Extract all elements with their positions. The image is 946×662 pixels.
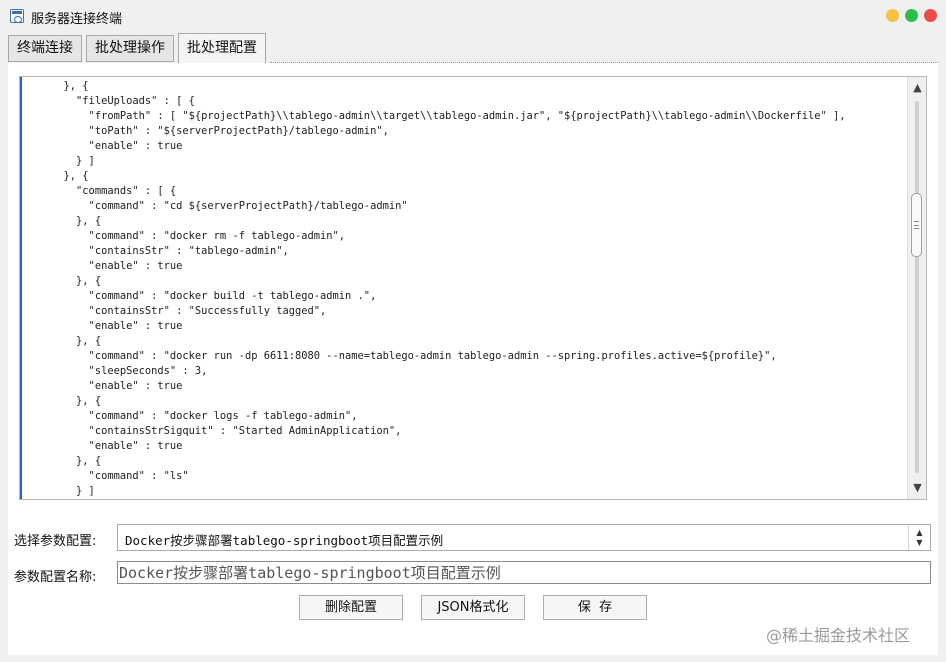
code-line: "fileUploads" : [ {: [26, 95, 195, 107]
close-icon[interactable]: [924, 9, 937, 22]
code-line: "command" : "docker build -t tablego-adm…: [26, 290, 377, 302]
code-line: "command" : "ls": [26, 470, 189, 482]
code-line: } ]: [26, 485, 95, 497]
config-name-label: 参数配置名称:: [14, 570, 97, 585]
save-button[interactable]: 保 存: [543, 595, 647, 620]
code-line: "fromPath" : [ "${projectPath}\\tablego-…: [26, 110, 846, 122]
code-line: "command" : "docker logs -f tablego-admi…: [26, 410, 358, 422]
code-line: "command" : "cd ${serverProjectPath}/tab…: [26, 200, 408, 212]
code-line: "enable" : true: [26, 140, 183, 152]
code-line: "command" : "docker rm -f tablego-admin"…: [26, 230, 346, 242]
window-title: 服务器连接终端: [31, 12, 123, 27]
code-line: "containsStr" : "tablego-admin",: [26, 245, 289, 257]
editor-vertical-scrollbar[interactable]: ▲ ▼: [907, 77, 926, 499]
delete-config-button[interactable]: 删除配置: [299, 595, 403, 620]
tab-bar: 终端连接 批处理操作 批处理配置: [8, 33, 270, 63]
code-line: "enable" : true: [26, 320, 183, 332]
title-bar: 服务器连接终端: [0, 0, 946, 30]
batch-config-panel: }, { "fileUploads" : [ { "fromPath" : [ …: [8, 63, 938, 655]
code-line: }, {: [26, 80, 89, 92]
config-select[interactable]: Docker按步骤部署tablego-springboot项目配置示例 ▲ ▼: [117, 524, 931, 551]
code-line: "sleepSeconds" : 3,: [26, 365, 208, 377]
tab-batch-operation[interactable]: 批处理操作: [86, 35, 174, 62]
minimize-icon[interactable]: [886, 9, 899, 22]
spinner-up-icon: ▲: [916, 528, 923, 537]
scroll-up-icon[interactable]: ▲: [908, 79, 926, 97]
json-format-button[interactable]: JSON格式化: [421, 595, 525, 620]
json-code-area[interactable]: }, { "fileUploads" : [ { "fromPath" : [ …: [20, 77, 906, 499]
app-terminal-icon: [10, 9, 24, 23]
code-line: "containsStr" : "Successfully tagged",: [26, 305, 327, 317]
code-line: }, {: [26, 335, 102, 347]
code-line: } ]: [26, 155, 95, 167]
code-line: "toPath" : "${serverProjectPath}/tablego…: [26, 125, 389, 137]
watermark: @稀土掘金技术社区: [766, 626, 911, 645]
json-editor[interactable]: }, { "fileUploads" : [ { "fromPath" : [ …: [19, 76, 927, 500]
code-line: }, {: [26, 215, 102, 227]
scroll-down-icon[interactable]: ▼: [908, 479, 926, 497]
json-code-text[interactable]: }, { "fileUploads" : [ { "fromPath" : [ …: [22, 77, 906, 499]
config-name-input[interactable]: [117, 561, 931, 584]
select-spinner-icon[interactable]: ▲ ▼: [908, 525, 930, 550]
code-line: "enable" : true: [26, 380, 183, 392]
code-line: "enable" : true: [26, 260, 183, 272]
config-select-label: 选择参数配置:: [14, 534, 97, 549]
scroll-track[interactable]: [915, 101, 919, 473]
spinner-down-icon: ▼: [916, 538, 923, 547]
tab-terminal-connect[interactable]: 终端连接: [8, 35, 82, 62]
grip-icon: [914, 221, 919, 229]
code-line: }, {: [26, 455, 102, 467]
code-line: "commands" : [ {: [26, 185, 177, 197]
code-line: "enable" : true: [26, 440, 183, 452]
scroll-thumb[interactable]: [911, 193, 922, 257]
code-line: "command" : "docker run -dp 6611:8080 --…: [26, 350, 777, 362]
tab-batch-config[interactable]: 批处理配置: [178, 33, 266, 63]
code-line: }, {: [26, 275, 102, 287]
code-line: }, {: [26, 395, 102, 407]
config-select-value: Docker按步骤部署tablego-springboot项目配置示例: [125, 533, 444, 548]
maximize-icon[interactable]: [905, 9, 918, 22]
code-line: "containsStrSigquit" : "Started AdminApp…: [26, 425, 402, 437]
code-line: }, {: [26, 170, 89, 182]
